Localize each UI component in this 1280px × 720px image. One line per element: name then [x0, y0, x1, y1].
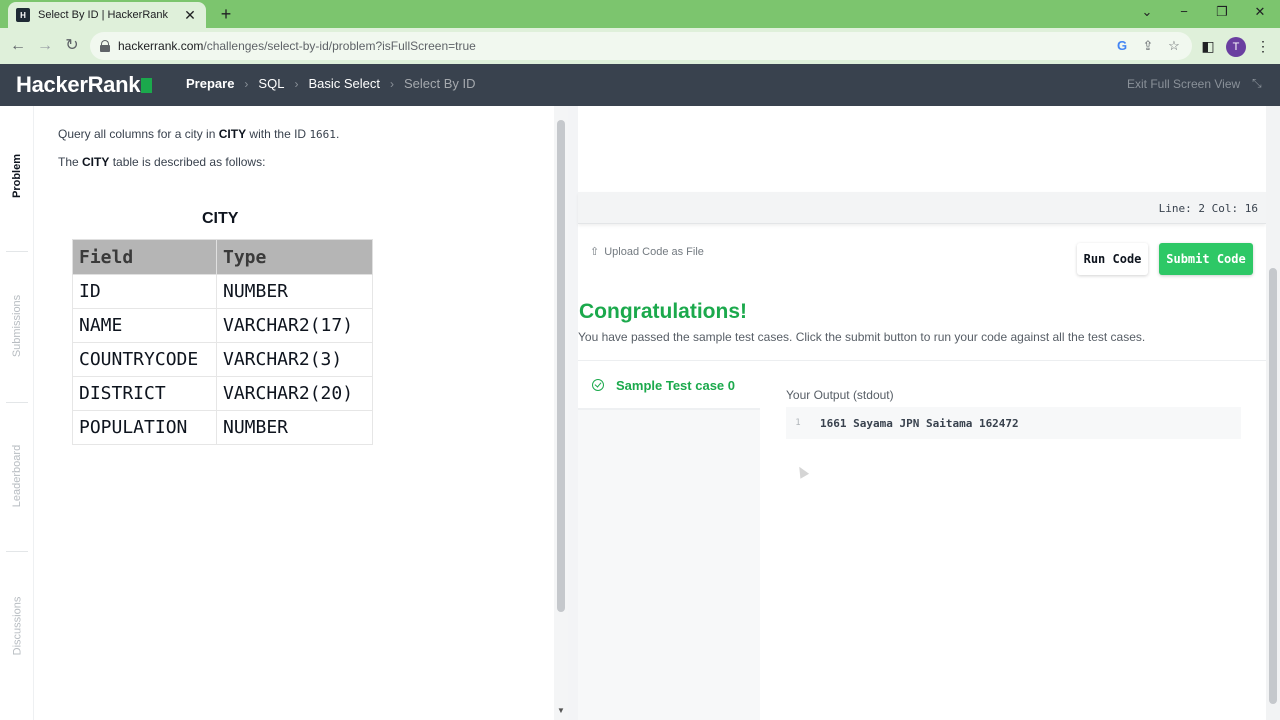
side-panel-icon[interactable]: ◧ — [1199, 38, 1217, 55]
hackerrank-logo[interactable]: HackerRank — [16, 72, 153, 98]
result-heading: Congratulations! — [579, 300, 747, 323]
upload-code-link[interactable]: ⇧ Upload Code as File — [590, 245, 704, 259]
hackerrank-header: HackerRank Prepare › SQL › Basic Select … — [0, 64, 1280, 106]
breadcrumb-current: Select By ID — [403, 76, 476, 91]
tab-title: Select By ID | HackerRank — [38, 9, 169, 21]
chevron-right-icon: › — [244, 76, 249, 91]
forward-icon[interactable]: → — [35, 36, 55, 56]
address-bar[interactable]: hackerrank.com/challenges/select-by-id/p… — [90, 32, 1192, 60]
chevron-down-icon[interactable]: ⌄ — [1137, 4, 1157, 20]
breadcrumb-basic-select[interactable]: Basic Select — [308, 76, 380, 91]
table-row: COUNTRYCODE VARCHAR2(3) — [72, 342, 373, 377]
submit-code-button[interactable]: Submit Code — [1159, 243, 1253, 275]
output-value: 1661 Sayama JPN Saitama 162472 — [820, 416, 1019, 430]
testcase-label: Sample Test case 0 — [616, 377, 735, 393]
run-code-button[interactable]: Run Code — [1077, 243, 1148, 275]
city-schema-table: Field Type ID NUMBER NAME VARCHAR2(17) C… — [72, 239, 373, 445]
google-icon[interactable]: G — [1114, 38, 1130, 53]
side-tabs: Problem Submissions Leaderboard Discussi… — [0, 106, 34, 720]
type-cell: NUMBER — [216, 274, 373, 309]
bookmark-star-icon[interactable]: ☆ — [1166, 38, 1182, 54]
scroll-down-icon[interactable]: ▼ — [557, 706, 565, 715]
chevron-right-icon: › — [389, 76, 394, 91]
field-cell: ID — [72, 274, 217, 309]
table-row: ID NUMBER — [72, 274, 373, 309]
url-text: hackerrank.com/challenges/select-by-id/p… — [118, 39, 476, 53]
share-icon[interactable]: ⇪ — [1140, 38, 1156, 54]
tab-submissions[interactable]: Submissions — [0, 291, 34, 361]
type-cell: VARCHAR2(20) — [216, 376, 373, 411]
testcase-tab[interactable]: Sample Test case 0 — [578, 362, 760, 410]
tab-divider — [6, 402, 28, 403]
tab-discussions[interactable]: Discussions — [0, 591, 34, 661]
maximize-icon[interactable]: ❐ — [1212, 4, 1232, 20]
tab-divider — [6, 251, 28, 252]
result-message: You have passed the sample test cases. C… — [578, 330, 1146, 344]
hackerrank-favicon-icon: H — [16, 8, 30, 22]
editor-status-bar: Line: 2 Col: 16 — [578, 192, 1266, 224]
upload-label: Upload Code as File — [604, 245, 704, 258]
table-row: DISTRICT VARCHAR2(20) — [72, 376, 373, 411]
type-cell: VARCHAR2(3) — [216, 342, 373, 377]
browser-toolbar: ← → ↻ hackerrank.com/challenges/select-b… — [0, 28, 1280, 64]
avatar[interactable]: T — [1226, 37, 1246, 57]
code-editor[interactable] — [578, 106, 1266, 192]
browser-tab-bar: H Select By ID | HackerRank ✕ + ⌄ − ❐ ✕ — [0, 0, 1280, 28]
minimize-icon[interactable]: − — [1174, 4, 1194, 19]
column-header: Type — [216, 239, 373, 275]
tab-divider — [6, 551, 28, 552]
field-cell: NAME — [72, 308, 217, 343]
check-circle-icon — [592, 379, 604, 391]
problem-statement: Query all columns for a city in CITY wit… — [58, 127, 340, 141]
upload-icon: ⇧ — [590, 246, 600, 258]
table-header-row: Field Type — [72, 239, 373, 275]
field-cell: DISTRICT — [72, 376, 217, 411]
tab-problem[interactable]: Problem — [0, 146, 34, 206]
breadcrumb: Prepare › SQL › Basic Select › Select By… — [186, 76, 476, 91]
type-cell: VARCHAR2(17) — [216, 308, 373, 343]
testcase-list — [578, 410, 760, 720]
line-number: 1 — [795, 418, 801, 428]
output-label: Your Output (stdout) — [786, 388, 894, 402]
breadcrumb-prepare[interactable]: Prepare — [186, 76, 234, 91]
close-tab-icon[interactable]: ✕ — [182, 7, 198, 24]
table-title: CITY — [202, 210, 239, 227]
field-cell: COUNTRYCODE — [72, 342, 217, 377]
close-window-icon[interactable]: ✕ — [1250, 4, 1270, 20]
pane-resize-handle[interactable] — [568, 106, 578, 720]
column-header: Field — [72, 239, 217, 275]
collapse-icon[interactable]: ⤡ — [1252, 76, 1262, 91]
reload-icon[interactable]: ↻ — [62, 36, 82, 56]
exit-fullscreen-link[interactable]: Exit Full Screen View — [1127, 77, 1240, 91]
type-cell: NUMBER — [216, 410, 373, 445]
field-cell: POPULATION — [72, 410, 217, 445]
output-box: 1 1661 Sayama JPN Saitama 162472 — [786, 407, 1241, 439]
lock-icon — [100, 40, 110, 52]
menu-dots-icon[interactable]: ⋮ — [1254, 38, 1272, 55]
problem-pane: Query all columns for a city in CITY wit… — [34, 106, 554, 720]
chevron-right-icon: › — [294, 76, 299, 91]
new-tab-icon[interactable]: + — [216, 4, 236, 25]
table-row: NAME VARCHAR2(17) — [72, 308, 373, 343]
tab-leaderboard[interactable]: Leaderboard — [0, 441, 34, 511]
table-row: POPULATION NUMBER — [72, 410, 373, 445]
browser-tab[interactable]: H Select By ID | HackerRank ✕ — [8, 2, 206, 28]
back-icon[interactable]: ← — [8, 36, 28, 56]
results-scrollbar-thumb[interactable] — [1269, 268, 1277, 704]
cursor-position: Line: 2 Col: 16 — [1158, 202, 1258, 215]
breadcrumb-sql[interactable]: SQL — [258, 76, 284, 91]
problem-scrollbar-thumb[interactable] — [557, 120, 565, 612]
table-description: The CITY table is described as follows: — [58, 155, 266, 169]
